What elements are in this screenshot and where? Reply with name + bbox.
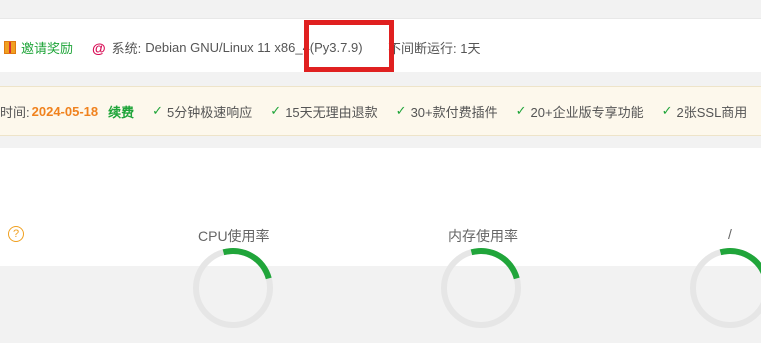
check-icon: ✓ bbox=[661, 103, 673, 118]
feature-item: ✓ 2张SSL商用 bbox=[662, 102, 748, 121]
divider bbox=[0, 18, 761, 19]
disk-usage-title: / bbox=[728, 226, 732, 242]
uptime-info: 不间断运行: 1天 bbox=[388, 41, 481, 56]
debian-icon: @ bbox=[92, 39, 106, 56]
annotation-highlight-box bbox=[304, 20, 394, 72]
help-icon[interactable]: ? bbox=[8, 226, 24, 242]
feature-item: ✓ 20+企业版专享功能 bbox=[516, 102, 644, 121]
check-icon: ✓ bbox=[395, 103, 407, 118]
feature-item: ✓ 15天无理由退款 bbox=[270, 102, 377, 121]
renew-link[interactable]: 续费 bbox=[108, 102, 134, 121]
promo-bar: 时间: 2024-05-18 续费 ✓ 5分钟极速响应 ✓ 15天无理由退款 ✓ 30… bbox=[0, 86, 761, 136]
feature-label: 2张SSL商用 bbox=[676, 104, 748, 120]
feature-item: ✓ 30+款付费插件 bbox=[396, 102, 498, 121]
memory-usage-title: 内存使用率 bbox=[448, 228, 518, 244]
feature-label: 5分钟极速响应 bbox=[167, 104, 253, 120]
check-icon: ✓ bbox=[270, 103, 282, 118]
expire-date: 2024-05-18 bbox=[31, 103, 99, 119]
feature-label: 30+款付费插件 bbox=[410, 104, 498, 120]
feature-label: 15天无理由退款 bbox=[285, 104, 378, 120]
system-label: 系统: bbox=[111, 41, 142, 56]
gift-icon bbox=[4, 41, 16, 54]
invite-reward-link[interactable]: 邀请奖励 bbox=[4, 38, 73, 57]
check-icon: ✓ bbox=[152, 103, 164, 118]
cpu-usage-title: CPU使用率 bbox=[198, 228, 270, 244]
expire-label: 时间: bbox=[0, 104, 30, 120]
system-value: Debian GNU/Linux 11 x86_ bbox=[145, 40, 303, 55]
feature-label: 20+企业版专享功能 bbox=[530, 104, 644, 120]
status-panel bbox=[0, 148, 761, 266]
check-icon: ✓ bbox=[515, 103, 527, 118]
invite-reward-label: 邀请奖励 bbox=[21, 41, 74, 56]
feature-item: ✓ 5分钟极速响应 bbox=[152, 102, 252, 121]
